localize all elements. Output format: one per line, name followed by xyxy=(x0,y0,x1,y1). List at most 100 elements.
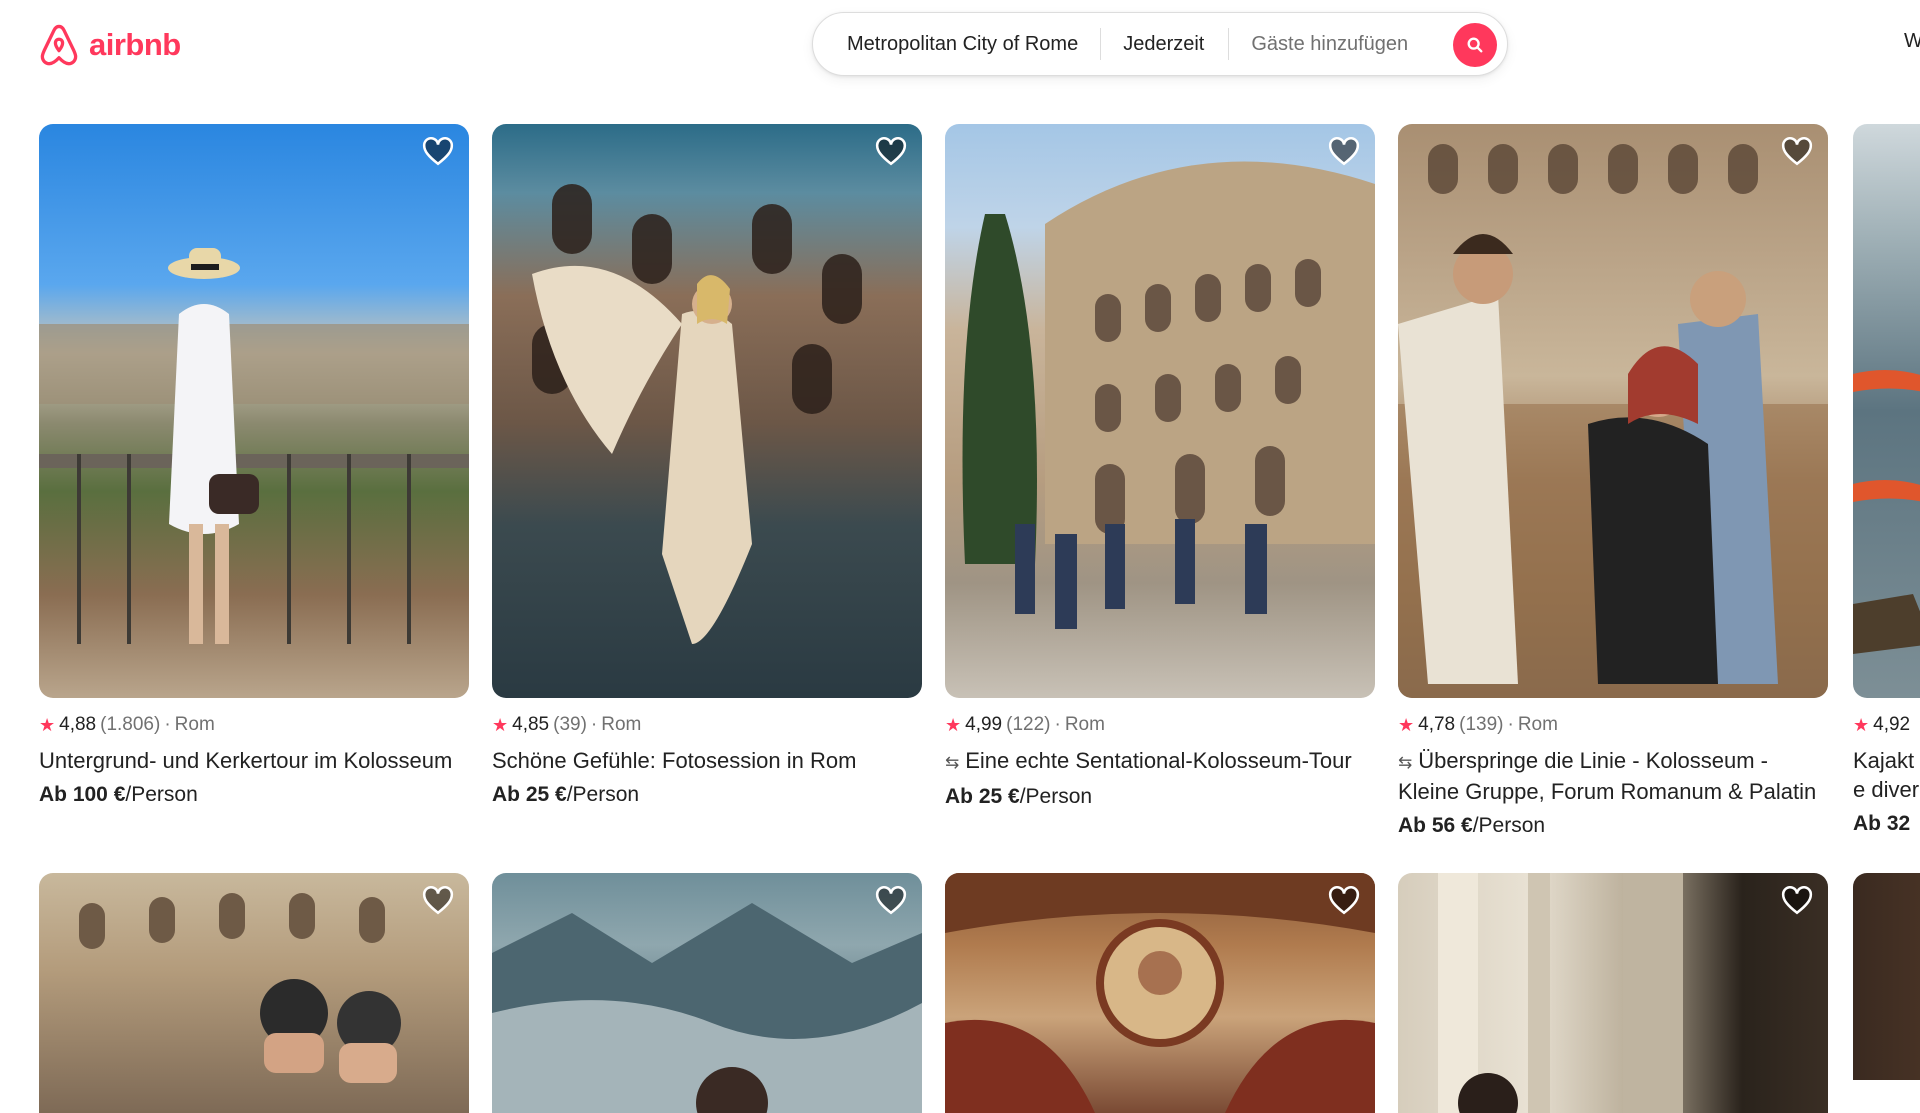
listing-title-text: Eine echte Sentational-Kolosseum-Tour xyxy=(965,748,1352,773)
guests-field[interactable]: Gäste hinzufügen xyxy=(1229,13,1430,75)
translate-icon: ⇆ xyxy=(1398,753,1413,772)
listing-title[interactable]: Untergrund- und Kerkertour im Kolosseum xyxy=(39,746,469,775)
listing-card[interactable] xyxy=(1398,873,1828,1113)
photo-illustration xyxy=(945,873,1375,1113)
review-count: (139) xyxy=(1459,714,1504,735)
listing-card[interactable] xyxy=(492,873,922,1113)
review-count: (1.806) xyxy=(100,714,161,735)
price-value: 25 € xyxy=(978,785,1020,808)
photo-catacomb-fresco xyxy=(945,873,1375,1113)
photo-wine-cellar xyxy=(1853,873,1920,1080)
favorite-button[interactable] xyxy=(874,134,908,168)
rating-value: 4,88 xyxy=(59,714,97,735)
listing-meta: ★ 4,99 (122) · Rom xyxy=(945,714,1375,736)
review-count: (39) xyxy=(553,714,587,735)
listing-price: Ab 25 €/Person xyxy=(492,783,922,807)
search-bar[interactable]: Metropolitan City of Rome Jederzeit Gäst… xyxy=(812,12,1508,76)
heart-icon xyxy=(875,885,907,915)
photo-illustration xyxy=(79,893,401,1083)
favorite-button[interactable] xyxy=(421,134,455,168)
photo-illustration xyxy=(492,903,922,1113)
airbnb-logo[interactable]: airbnb xyxy=(37,22,181,68)
star-icon: ★ xyxy=(39,714,56,735)
listing-title[interactable]: Schöne Gefühle: Fotosession in Rom xyxy=(492,746,922,775)
favorite-button[interactable] xyxy=(1780,883,1814,917)
listing-photo[interactable] xyxy=(1853,124,1920,698)
photo-columns-interior xyxy=(1398,873,1828,1113)
listing-photo[interactable] xyxy=(945,873,1375,1113)
heart-icon xyxy=(1781,136,1813,166)
listing-title-text: Überspringe die Linie - Kolosseum - Klei… xyxy=(1398,748,1817,804)
star-icon: ★ xyxy=(492,714,509,735)
search-icon xyxy=(1467,37,1483,53)
price-unit: /Person xyxy=(566,783,640,806)
price-prefix: Ab xyxy=(492,783,526,806)
dates-field[interactable]: Jederzeit xyxy=(1101,13,1228,75)
heart-icon xyxy=(422,885,454,915)
favorite-button[interactable] xyxy=(1780,134,1814,168)
favorite-button[interactable] xyxy=(1327,883,1361,917)
star-icon: ★ xyxy=(1853,714,1870,735)
listing-title[interactable]: Kajakt e diver xyxy=(1853,746,1920,804)
translate-icon: ⇆ xyxy=(945,753,960,772)
rating-value: 4,99 xyxy=(965,714,1003,735)
listing-location: Rom xyxy=(174,714,215,735)
photo-illustration xyxy=(962,161,1375,629)
listing-photo[interactable] xyxy=(1398,124,1828,698)
star-icon: ★ xyxy=(1398,714,1415,735)
search-button[interactable] xyxy=(1453,23,1497,67)
price-value: 32 xyxy=(1886,812,1911,835)
listing-photo[interactable] xyxy=(39,124,469,698)
listing-photo[interactable] xyxy=(1398,873,1828,1113)
listing-price: Ab 32 xyxy=(1853,812,1920,836)
photo-illustration xyxy=(532,184,862,644)
listing-card[interactable]: ★ 4,88 (1.806) · Rom Untergrund- und Ker… xyxy=(39,124,469,807)
listing-photo[interactable] xyxy=(492,873,922,1113)
listing-photo[interactable] xyxy=(1853,873,1920,1080)
photo-illustration xyxy=(1438,873,1683,1113)
location-field[interactable]: Metropolitan City of Rome xyxy=(813,13,1100,75)
listing-card[interactable]: ★ 4,78 (139) · Rom ⇆ Überspringe die Lini… xyxy=(1398,124,1828,838)
brand-name: airbnb xyxy=(89,27,181,62)
photo-tour-guide xyxy=(1398,124,1828,698)
photo-colosseum-group xyxy=(945,124,1375,698)
listing-card-partial[interactable]: ★ 4,92 Kajakt e diver Ab 32 xyxy=(1853,124,1920,836)
price-prefix: Ab xyxy=(1398,814,1432,837)
photo-colosseum-dress xyxy=(492,124,922,698)
listing-card[interactable] xyxy=(945,873,1375,1113)
listing-price: Ab 100 €/Person xyxy=(39,783,469,807)
top-header: airbnb Metropolitan City of Rome Jederze… xyxy=(0,0,1920,88)
price-prefix: Ab xyxy=(1853,812,1887,835)
listing-title[interactable]: ⇆ Eine echte Sentational-Kolosseum-Tour xyxy=(945,746,1375,777)
listing-photo[interactable] xyxy=(39,873,469,1113)
listing-title-line: e diver xyxy=(1853,777,1920,802)
price-unit: /Person xyxy=(1019,785,1093,808)
listing-meta: ★ 4,78 (139) · Rom xyxy=(1398,714,1828,736)
listing-card-partial[interactable] xyxy=(1853,873,1920,1080)
meta-separator: · xyxy=(164,714,171,735)
heart-icon xyxy=(422,136,454,166)
price-value: 56 € xyxy=(1431,814,1473,837)
listing-meta: ★ 4,88 (1.806) · Rom xyxy=(39,714,469,736)
heart-icon xyxy=(875,136,907,166)
favorite-button[interactable] xyxy=(1327,134,1361,168)
price-unit: /Person xyxy=(125,783,198,806)
price-value: 100 € xyxy=(72,783,126,806)
listing-photo[interactable] xyxy=(945,124,1375,698)
meta-separator: · xyxy=(1507,714,1514,735)
listing-title[interactable]: ⇆ Überspringe die Linie - Kolosseum - Kle… xyxy=(1398,746,1828,806)
listing-location: Rom xyxy=(601,714,642,735)
heart-icon xyxy=(1781,885,1813,915)
heart-icon xyxy=(1328,885,1360,915)
favorite-button[interactable] xyxy=(874,883,908,917)
heart-icon xyxy=(1328,136,1360,166)
meta-separator: · xyxy=(1054,714,1061,735)
listing-card[interactable]: ★ 4,99 (122) · Rom ⇆ Eine echte Sentation… xyxy=(945,124,1375,809)
header-menu-link[interactable]: W xyxy=(1904,30,1920,53)
photo-kayak-water xyxy=(1853,124,1920,698)
listing-card[interactable] xyxy=(39,873,469,1113)
listing-card[interactable]: ★ 4,85 (39) · Rom Schöne Gefühle: Fotose… xyxy=(492,124,922,807)
listing-photo[interactable] xyxy=(492,124,922,698)
listing-price: Ab 25 €/Person xyxy=(945,785,1375,809)
favorite-button[interactable] xyxy=(421,883,455,917)
